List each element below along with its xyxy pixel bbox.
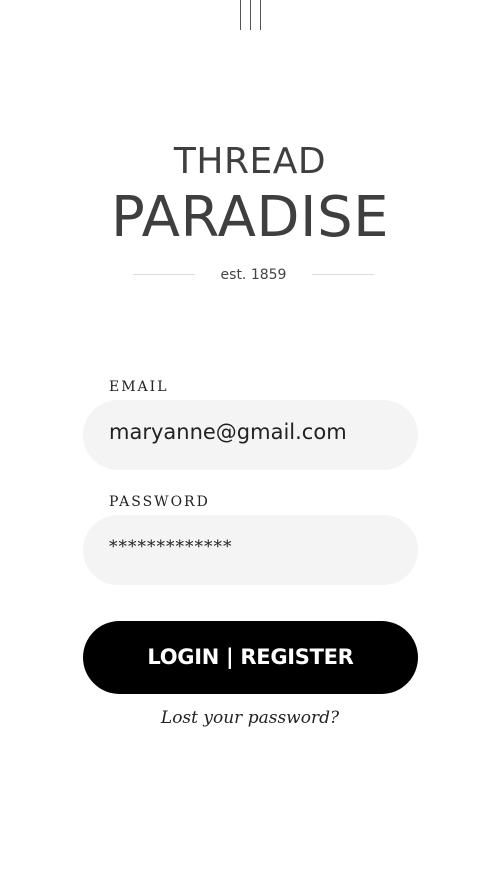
email-field-value: maryanne@gmail.com <box>109 420 347 444</box>
three-vertical-lines-icon <box>239 0 263 30</box>
line-icon-stroke <box>240 0 241 30</box>
established-text: est. 1859 <box>220 267 287 283</box>
lost-password-link[interactable]: Lost your password? <box>0 706 500 730</box>
divider-left <box>133 274 195 275</box>
brand-name-line2: PARADISE <box>110 185 389 250</box>
email-field[interactable]: maryanne@gmail.com <box>83 400 418 470</box>
login-page: THREAD PARADISE est. 1859 EMAIL maryanne… <box>0 0 500 890</box>
password-label: PASSWORD <box>109 494 210 510</box>
email-label: EMAIL <box>109 379 169 395</box>
divider-right <box>312 274 374 275</box>
line-icon-stroke <box>250 0 251 30</box>
established-row: est. 1859 <box>133 264 375 286</box>
login-register-button[interactable]: LOGIN | REGISTER <box>83 621 418 694</box>
password-field-value: ************* <box>109 537 233 557</box>
password-field[interactable]: ************* <box>83 515 418 585</box>
line-icon-stroke <box>260 0 261 30</box>
brand-name-line1: THREAD <box>173 141 327 182</box>
